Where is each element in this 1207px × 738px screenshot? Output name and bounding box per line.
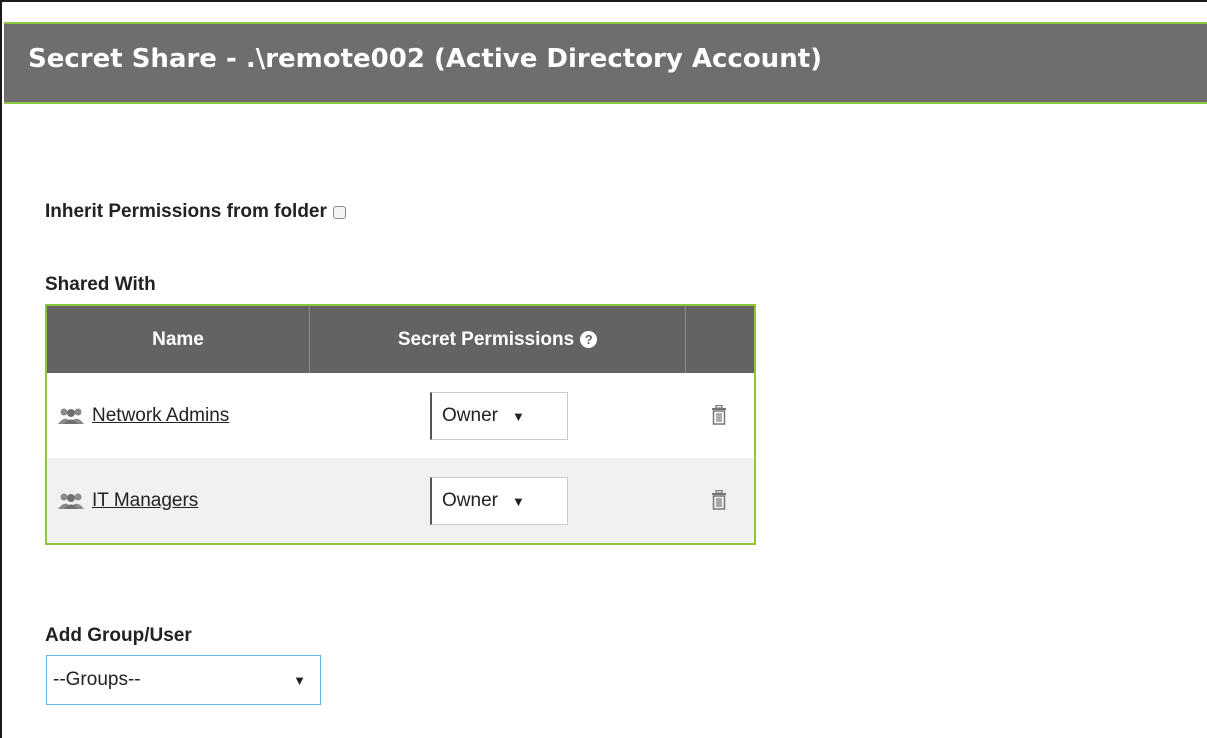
group-icon <box>58 493 84 509</box>
chevron-down-icon: ▼ <box>511 493 525 509</box>
column-header-name: Name <box>47 306 310 373</box>
title-bar: Secret Share - .\remote002 (Active Direc… <box>4 22 1207 104</box>
chevron-down-icon: ▼ <box>293 672 306 688</box>
add-group-user-label: Add Group/User <box>45 625 192 646</box>
add-group-user-select[interactable]: --Groups-- ▼ <box>46 655 321 705</box>
chevron-down-icon: ▼ <box>511 408 525 424</box>
permission-select[interactable]: Owner ▼ <box>430 392 568 440</box>
column-header-delete <box>686 306 754 373</box>
table-header: Name Secret Permissions ? <box>47 306 754 373</box>
row-name-cell: IT Managers <box>56 458 198 543</box>
dialog-frame: Secret Share - .\remote002 (Active Direc… <box>0 0 1207 738</box>
table-row: Network Admins Owner ▼ <box>47 373 754 458</box>
permission-select[interactable]: Owner ▼ <box>430 477 568 525</box>
trash-icon[interactable] <box>711 405 727 425</box>
it-managers-link[interactable]: IT Managers <box>92 490 198 512</box>
group-icon <box>58 408 84 424</box>
help-icon[interactable]: ? <box>580 331 598 348</box>
inherit-permissions-label: Inherit Permissions from folder <box>45 201 327 222</box>
network-admins-link[interactable]: Network Admins <box>92 405 229 427</box>
trash-icon[interactable] <box>711 490 727 510</box>
row-name-cell: Network Admins <box>56 373 229 458</box>
inherit-permissions-row: Inherit Permissions from folder <box>45 201 346 223</box>
page-title: Secret Share - .\remote002 (Active Direc… <box>28 44 823 74</box>
shared-with-label: Shared With <box>45 274 156 295</box>
table-row: IT Managers Owner ▼ <box>47 458 754 543</box>
column-header-permissions: Secret Permissions ? <box>310 306 686 373</box>
inherit-permissions-checkbox[interactable] <box>332 205 346 219</box>
shared-with-table: Name Secret Permissions ? Network Admins <box>45 304 756 545</box>
